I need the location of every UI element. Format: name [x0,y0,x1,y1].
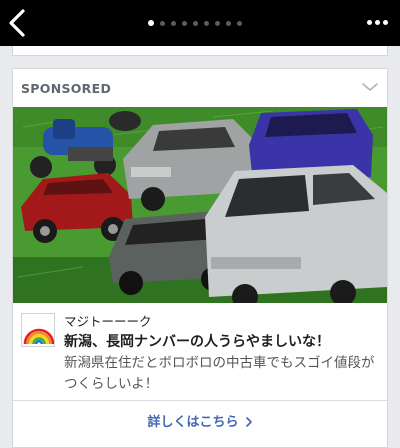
rainbow-logo [21,313,55,347]
page-dot [237,20,242,26]
page-dot [182,20,187,26]
page-dot [193,20,198,26]
ad-image[interactable] [13,107,387,303]
previous-post-card-edge [12,46,388,56]
more-horizontal-icon[interactable] [367,20,388,25]
cta-label: 詳しくはこちら [147,415,239,430]
ad-info[interactable]: マジトーーーク 新潟、長岡ナンバーの人うらやましいな！ 新潟県在住だとボロボロの… [13,303,387,400]
page-dot [204,20,209,26]
learn-more-button[interactable]: 詳しくはこちら [13,411,387,430]
page-dot [171,20,176,26]
page-dot-active [148,20,154,26]
page-dot [160,20,165,26]
sponsored-ad-card[interactable]: SPONSORED マジトーーーク 新潟、長岡ナンバーの人うらやましいな！ 新潟… [12,68,388,448]
chevron-down-icon[interactable] [361,81,379,93]
top-bar [0,0,400,46]
toy-white-van [205,165,387,303]
page-indicator [148,19,242,27]
page-dot [215,20,220,26]
cta-row[interactable]: 詳しくはこちら [13,400,387,438]
sponsored-label: SPONSORED [21,81,112,96]
back-chevron-icon[interactable] [6,8,30,38]
ad-description: 新潟県在住だとボロボロの中古車でもスゴイ値段がつくらしいよ！ [64,355,375,392]
advertiser-name[interactable]: マジトーーーク [64,311,152,330]
ad-headline[interactable]: 新潟、長岡ナンバーの人うらやましいな！ [64,331,330,351]
chevron-right-icon [245,417,252,427]
page-dot [226,20,231,26]
